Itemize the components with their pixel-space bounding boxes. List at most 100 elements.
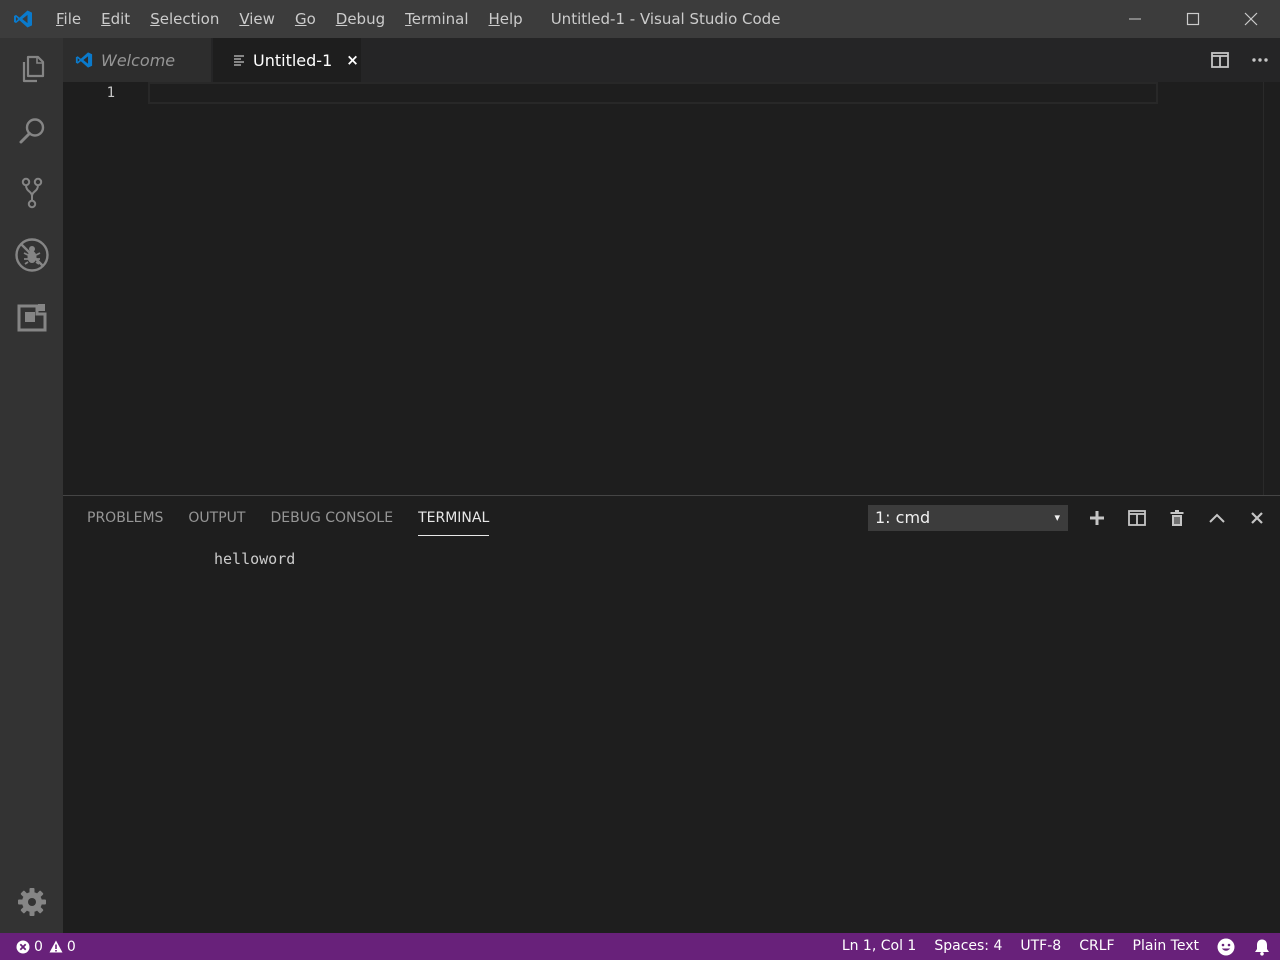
current-line-highlight [148,82,1158,104]
close-panel-button[interactable] [1237,496,1277,540]
notifications-button[interactable] [1244,933,1280,960]
menu-file[interactable]: File [46,0,91,38]
extensions-icon [17,304,46,332]
menu-label: erminal [411,10,469,28]
line-ending[interactable]: CRLF [1070,933,1123,960]
vscode-logo-icon [0,0,46,38]
line-number: 1 [106,85,115,101]
menu-debug[interactable]: Debug [326,0,395,38]
menu-label: election [159,10,220,28]
tab-problems[interactable]: PROBLEMS [87,496,163,540]
gear-icon [17,888,46,916]
activity-search[interactable] [0,100,63,162]
menu-mnemonic: F [56,10,64,28]
more-icon [1252,58,1268,62]
kill-terminal-button[interactable] [1157,496,1197,540]
warning-icon [49,940,63,953]
menu-label: ebug [347,10,386,28]
warning-count: 0 [66,938,76,955]
close-tab-icon[interactable]: × [346,51,359,69]
activity-extensions[interactable] [0,286,63,348]
plus-icon [1090,511,1104,525]
split-editor-icon [1211,52,1229,68]
tab-untitled-1[interactable]: Untitled-1 × [213,38,361,82]
menu-mnemonic: E [101,10,111,28]
menu-mnemonic: G [294,10,307,28]
more-actions-button[interactable] [1240,38,1280,82]
chevron-up-icon [1209,513,1225,523]
menu-mnemonic: V [239,10,250,28]
menu-view[interactable]: View [229,0,285,38]
activity-debug[interactable] [0,224,63,286]
explorer-icon [22,55,44,83]
search-icon [19,118,44,144]
file-lines-icon [233,54,245,66]
editor-area[interactable]: 1 [63,82,1280,495]
menu-edit[interactable]: Edit [91,0,140,38]
split-editor-button[interactable] [1200,38,1240,82]
editor-scrollbar[interactable] [1263,82,1264,495]
panel-actions [1077,496,1277,540]
terminal-output[interactable]: helloword [214,550,295,568]
split-terminal-icon [1128,510,1146,526]
minimize-icon [1129,18,1141,20]
tab-terminal[interactable]: TERMINAL [418,496,490,540]
bottom-panel: PROBLEMS OUTPUT DEBUG CONSOLE TERMINAL 1… [63,495,1280,933]
source-control-icon [21,177,42,209]
cursor-position[interactable]: Ln 1, Col 1 [833,933,926,960]
warning-status: 0 [49,939,76,955]
tab-debug-console[interactable]: DEBUG CONSOLE [270,496,393,540]
menu-terminal[interactable]: Terminal [395,0,478,38]
encoding[interactable]: UTF-8 [1011,933,1070,960]
tab-label: Untitled-1 [253,50,333,70]
panel-tabs: PROBLEMS OUTPUT DEBUG CONSOLE TERMINAL [87,496,514,540]
language-mode[interactable]: Plain Text [1124,933,1208,960]
split-terminal-button[interactable] [1117,496,1157,540]
maximize-icon [1186,12,1200,26]
trash-icon [1170,510,1184,526]
tab-welcome[interactable]: Welcome [63,38,211,82]
menu-mnemonic: S [150,10,160,28]
terminal-select[interactable]: 1: cmd ▾ [868,505,1068,531]
bell-icon [1255,939,1269,956]
debug-icon [14,238,49,272]
activity-source-control[interactable] [0,162,63,224]
vscode-logo-icon [75,51,93,69]
window-controls [1106,0,1280,38]
error-icon [16,940,30,953]
status-right: Ln 1, Col 1 Spaces: 4 UTF-8 CRLF Plain T… [833,933,1280,960]
menu-selection[interactable]: Selection [140,0,229,38]
window-title: Untitled-1 - Visual Studio Code [550,10,781,28]
maximize-panel-button[interactable] [1197,496,1237,540]
close-window-button[interactable] [1222,0,1280,38]
menu-go[interactable]: Go [285,0,326,38]
menu-label: o [306,10,316,28]
maximize-button[interactable] [1164,0,1222,38]
menu-label: dit [110,10,131,28]
indentation[interactable]: Spaces: 4 [925,933,1011,960]
title-bar: File Edit Selection View Go Debug Termin… [0,0,1280,38]
editor-tab-bar: Welcome Untitled-1 × [63,38,1280,82]
tab-output[interactable]: OUTPUT [188,496,245,540]
menu-label: ile [63,10,82,28]
menu-label: elp [499,10,523,28]
status-problems[interactable]: 0 0 [0,939,82,955]
menu-mnemonic: T [405,10,412,28]
minimize-button[interactable] [1106,0,1164,38]
error-count: 0 [34,938,43,955]
settings-button[interactable] [0,871,63,933]
menu-label: iew [249,10,275,28]
menu-help[interactable]: Help [479,0,533,38]
activity-explorer[interactable] [0,38,63,100]
status-bar: 0 0 Ln 1, Col 1 Spaces: 4 UTF-8 CRLF Pla… [0,933,1280,960]
menu-mnemonic: D [335,10,348,28]
feedback-button[interactable] [1208,933,1244,960]
close-icon [1244,12,1258,26]
close-icon [1251,512,1263,524]
tab-label: Welcome [101,50,176,70]
editor-actions [1200,38,1280,82]
new-terminal-button[interactable] [1077,496,1117,540]
activity-bar [0,38,63,933]
terminal-select-value: 1: cmd [875,508,931,527]
error-status: 0 [16,939,43,955]
